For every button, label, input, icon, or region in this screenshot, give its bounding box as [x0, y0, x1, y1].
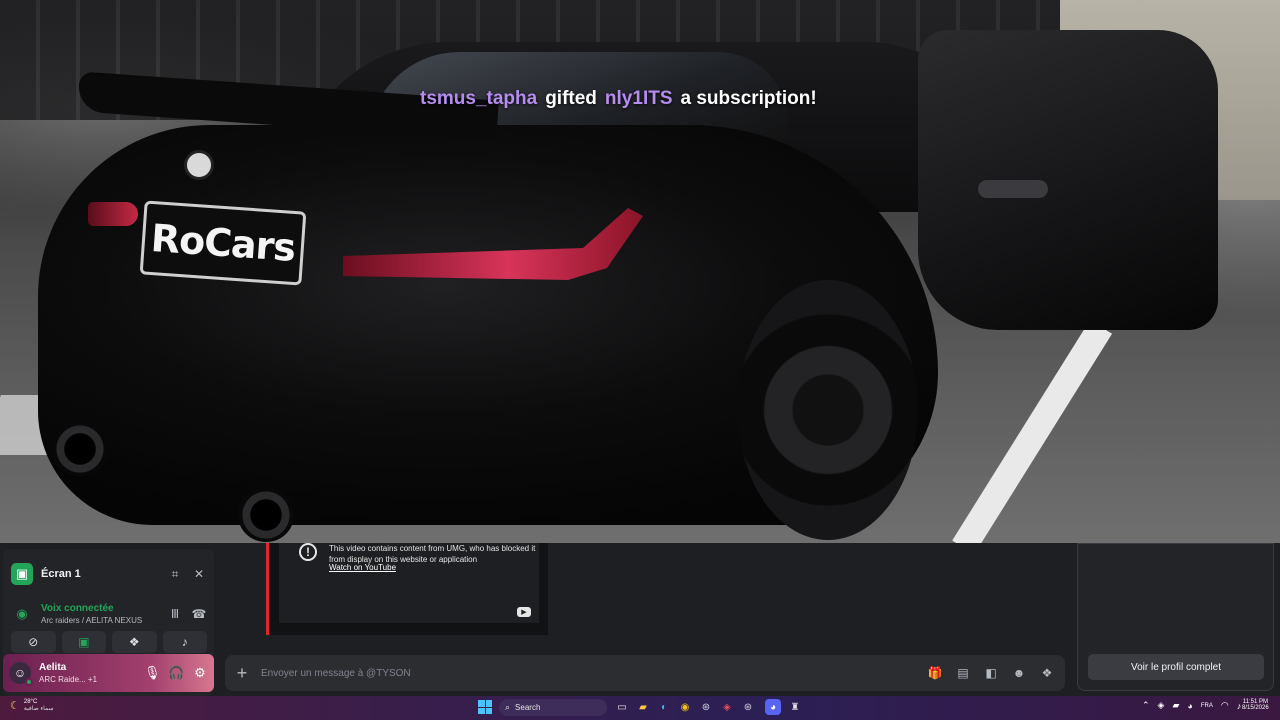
weather-moon-icon: ☾ — [10, 700, 20, 712]
disconnect-icon[interactable]: ☎ — [191, 606, 207, 622]
voice-channel: Arc raiders / AELITA NEXUS — [41, 616, 143, 625]
noise-suppression-icon[interactable]: Ⅲ — [167, 606, 183, 622]
camera-off-button[interactable]: ⊘ — [11, 631, 56, 653]
voice-actions: ⊘ ▣ ❖ ♪ — [11, 631, 207, 653]
video-player[interactable]: RoCars tsmus_tapha gifted nly1ITS a subs… — [0, 0, 1280, 543]
steam-icon-2[interactable]: ⊛ — [740, 699, 756, 715]
car-taillight-left — [88, 202, 138, 226]
car-badge-icon — [184, 150, 214, 180]
message-input[interactable]: Envoyer un message à @TYSON — [261, 668, 915, 679]
stream-row: ▣ Écran 1 ⌗ ✕ — [11, 559, 207, 589]
warning-icon: ! — [299, 543, 317, 561]
recipient-name: nly1ITS — [604, 88, 673, 109]
embed-preview: ! This video contains content from UMG, … — [266, 543, 548, 635]
volume-icon[interactable]: ♪ — [1237, 701, 1242, 711]
weather-widget[interactable]: ☾ 28°C سماء صافية — [10, 699, 54, 712]
activities-button[interactable]: ❖ — [112, 631, 157, 653]
message-composer: + Envoyer un message à @TYSON 🎁 ▤ ◧ ☻ ❖ — [225, 655, 1065, 691]
license-plate: RoCars — [139, 200, 307, 286]
headphones-icon[interactable]: 🎧 — [168, 665, 184, 681]
windows-taskbar: ☾ 28°C سماء صافية ⌕ Search ▭ ▰ ◐ ◉ ⊛ ◈ ⊛… — [0, 696, 1280, 720]
search-label: Search — [515, 703, 541, 712]
settings-gear-icon[interactable]: ⚙ — [192, 665, 208, 681]
microphone-icon[interactable]: 🎙 — [144, 665, 161, 681]
app-icon[interactable]: ◈ — [719, 699, 735, 715]
username: Aelita — [39, 662, 67, 673]
embed-warning: This video contains content from UMG, wh… — [329, 544, 536, 564]
weather-description: سماء صافية — [23, 706, 54, 712]
discord-icon[interactable]: ◕ — [765, 699, 781, 715]
profile-panel: Voir le profil complet — [1077, 543, 1274, 691]
game-app-icon[interactable]: ♜ — [787, 699, 803, 715]
gamepad-icon[interactable]: ⌗ — [167, 566, 183, 582]
task-view-icon[interactable]: ▭ — [614, 699, 630, 715]
file-explorer-icon[interactable]: ▰ — [635, 699, 651, 715]
subscription-alert: tsmus_tapha gifted nly1ITS a subscriptio… — [420, 70, 880, 110]
tray-discord-icon[interactable]: ◕ — [1187, 701, 1192, 711]
embed-body: ! This video contains content from UMG, … — [279, 543, 539, 623]
user-status: ARC Raide... +1 — [39, 675, 98, 684]
user-panel: ☺ Aelita ARC Raide... +1 🎙 🎧 ⚙ — [3, 654, 214, 692]
sticker-icon[interactable]: ◧ — [983, 666, 999, 680]
license-plate-text: RoCars — [149, 216, 297, 270]
edge-icon[interactable]: ◐ — [656, 699, 672, 715]
steam-icon[interactable]: ⊛ — [698, 699, 714, 715]
wifi-icon[interactable]: ◠ — [1221, 700, 1229, 711]
clock-date: 8/15/2026 — [1242, 705, 1269, 711]
youtube-icon[interactable]: ▶ — [517, 607, 531, 617]
gift-suffix: a subscription! — [680, 88, 817, 109]
signal-icon: ◉ — [16, 606, 28, 621]
share-screen-button[interactable]: ▣ — [61, 631, 106, 653]
gift-icon[interactable]: 🎁 — [927, 666, 943, 680]
voice-connection-row: ◉ Voix connectée Arc raiders / AELITA NE… — [11, 599, 207, 629]
search-icon: ⌕ — [505, 702, 511, 712]
gif-icon[interactable]: ▤ — [955, 666, 971, 680]
gift-action: gifted — [545, 88, 597, 109]
online-status-dot — [25, 678, 33, 686]
tray-chevron-icon[interactable]: ⌃ — [1142, 700, 1150, 711]
watch-on-youtube-link[interactable]: Watch on YouTube — [329, 563, 396, 572]
taskbar-search[interactable]: ⌕ Search — [499, 699, 607, 716]
car-exhaust-left — [52, 422, 108, 476]
car-door-handle — [978, 180, 1048, 198]
tray-folder-icon[interactable]: ▰ — [1172, 700, 1179, 711]
chrome-icon[interactable]: ◉ — [677, 699, 693, 715]
system-tray: ⌃ ◈ ▰ ◕ FRA ◠ ♪ — [1142, 700, 1241, 711]
discord-window: ▣ Écran 1 ⌗ ✕ ◉ Voix connectée Arc raide… — [0, 543, 1280, 696]
view-full-profile-button[interactable]: Voir le profil complet — [1088, 654, 1264, 680]
screen-share-icon: ▣ — [11, 563, 33, 585]
emoji-icon[interactable]: ☻ — [1011, 666, 1027, 680]
tray-app-icon[interactable]: ◈ — [1158, 700, 1165, 711]
soundboard-button[interactable]: ♪ — [162, 631, 207, 653]
avatar[interactable]: ☺ — [9, 662, 33, 686]
car-open-door — [918, 30, 1218, 330]
voice-status[interactable]: Voix connectée — [41, 603, 159, 614]
gifter-name: tsmus_tapha — [420, 88, 538, 109]
taskbar-clock[interactable]: 11:51 PM 8/15/2026 — [1242, 699, 1269, 711]
stop-stream-icon[interactable]: ✕ — [191, 566, 207, 582]
apps-icon[interactable]: ❖ — [1039, 666, 1055, 680]
attach-plus-icon[interactable]: + — [235, 663, 249, 684]
car-wheel — [738, 280, 918, 540]
language-indicator[interactable]: FRA — [1201, 703, 1213, 709]
stream-label: Écran 1 — [41, 568, 81, 580]
car-exhaust-right — [238, 488, 294, 542]
start-button[interactable] — [478, 700, 492, 714]
